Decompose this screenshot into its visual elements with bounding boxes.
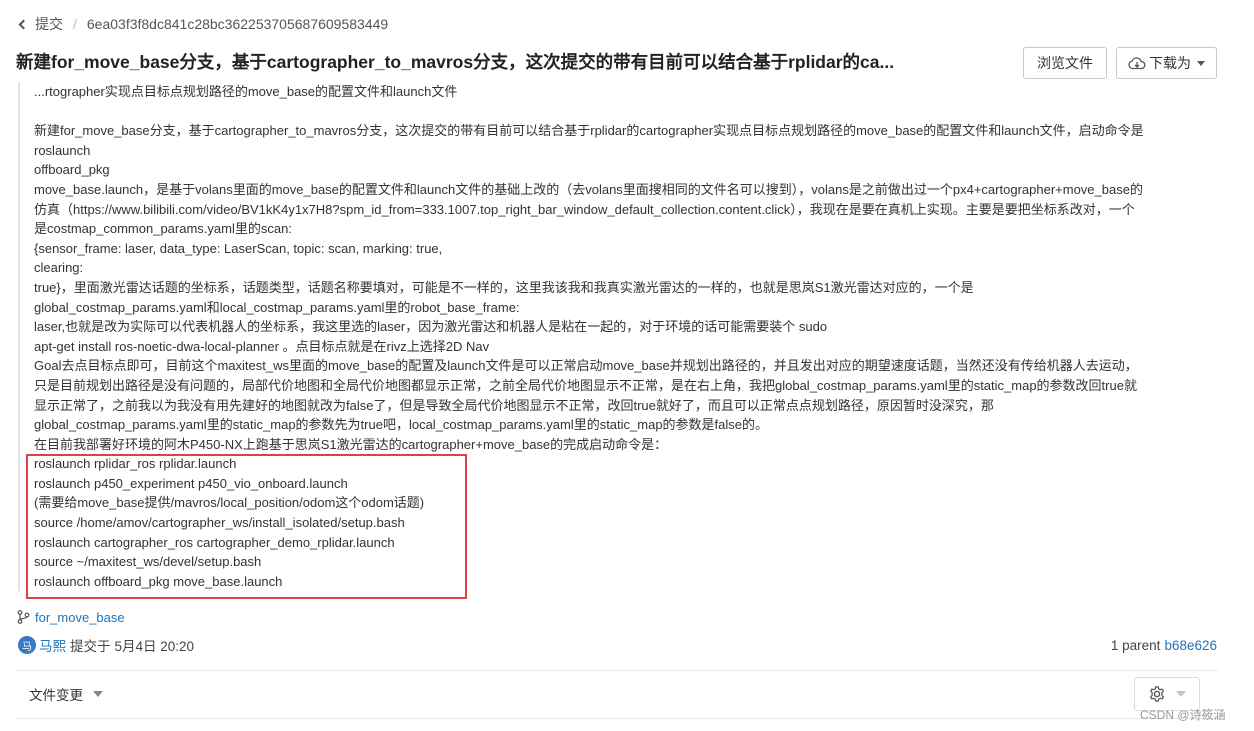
chevron-left-icon	[18, 19, 29, 30]
breadcrumb: 提交 / 6ea03f3f8dc841c28bc3622537056876095…	[18, 14, 389, 34]
message-line: move_base.launch，是基于volans里面的move_base的配…	[34, 181, 1143, 197]
commit-time: 5月4日 20:20	[114, 639, 195, 654]
author-name-link[interactable]: 马熙	[39, 635, 66, 655]
branch-icon	[17, 610, 30, 624]
file-changes-label: 文件变更	[29, 688, 83, 703]
back-label: 提交	[35, 16, 63, 32]
commit-author-row: 马 马熙 提交于 5月4日 20:20	[18, 635, 194, 655]
message-line: roslaunch	[34, 142, 91, 158]
parent-hash-link[interactable]: b68e626	[1164, 638, 1217, 653]
message-line	[34, 102, 1218, 122]
divider	[16, 670, 1218, 671]
message-line: 只是目前规划出路径是没有问题的，局部代价地图和全局代价地图都显示正常，之前全局代…	[34, 377, 1137, 393]
gear-icon	[1150, 686, 1164, 702]
message-line: 新建for_move_base分支，基于cartographer_to_mavr…	[34, 123, 1144, 139]
parent-info: 1 parent b68e626	[1111, 635, 1217, 655]
message-line: laser,也就是改为实际可以代表机器人的坐标系，我这里选的laser，因为激光…	[34, 319, 828, 335]
caret-down-icon	[1197, 60, 1205, 66]
message-line: true}，里面激光雷达话题的坐标系，话题类型，话题名称要填对，可能是不一样的，…	[34, 279, 974, 295]
message-line: offboard_pkg	[34, 162, 110, 178]
message-line: global_costmap_params.yaml里的static_map的参…	[34, 417, 769, 433]
download-as-label: 下载为	[1149, 55, 1191, 71]
breadcrumb-separator: /	[73, 16, 77, 32]
commit-title: 新建for_move_base分支，基于cartographer_to_mavr…	[16, 52, 895, 72]
parent-label: 1 parent	[1110, 637, 1161, 653]
message-line: 仿真（https://www.bilibili.com/video/BV1kK4…	[34, 201, 1135, 217]
message-line: clearing:	[34, 260, 84, 276]
file-changes-dropdown[interactable]: 文件变更	[29, 684, 103, 704]
message-line: ...rtographer实现点目标点规划路径的move_base的配置文件和l…	[34, 84, 458, 99]
browse-files-button[interactable]: 浏览文件	[1023, 47, 1107, 79]
commit-action: 提交于	[70, 639, 111, 654]
message-line: Goal去点目标点即可，目前这个maxitest_ws里面的move_base的…	[34, 358, 1138, 374]
branch-link[interactable]: for_move_base	[17, 608, 125, 626]
message-line: 是costmap_common_params.yaml里的scan:	[34, 221, 292, 237]
divider	[16, 718, 1218, 719]
caret-down-icon	[93, 691, 103, 697]
watermark: CSDN @诗筱涵	[1140, 708, 1226, 722]
message-line: 在目前我部署好环境的阿木P450-NX上跑基于思岚S1激光雷达的cartogra…	[34, 436, 668, 452]
browse-files-label: 浏览文件	[1037, 55, 1093, 71]
commit-hash: 6ea03f3f8dc841c28bc362253705687609583449	[86, 16, 389, 32]
avatar[interactable]: 马	[18, 636, 36, 654]
message-line: global_costmap_params.yaml和local_costmap…	[34, 299, 520, 315]
message-line: 显示正常了，之前我以为我没有用先建好的地图就改为false了，但是导致全局代价地…	[34, 397, 994, 413]
message-line: apt-get install ros-noetic-dwa-local-pla…	[34, 338, 490, 354]
branch-name: for_move_base	[35, 609, 125, 625]
back-to-commits-link[interactable]: 提交	[18, 14, 63, 34]
message-line: {sensor_frame: laser, data_type: LaserSc…	[34, 240, 443, 256]
download-as-button[interactable]: 下载为	[1116, 47, 1217, 79]
caret-down-icon	[1176, 691, 1186, 697]
highlight-box	[26, 454, 467, 599]
cloud-download-icon	[1128, 57, 1146, 70]
